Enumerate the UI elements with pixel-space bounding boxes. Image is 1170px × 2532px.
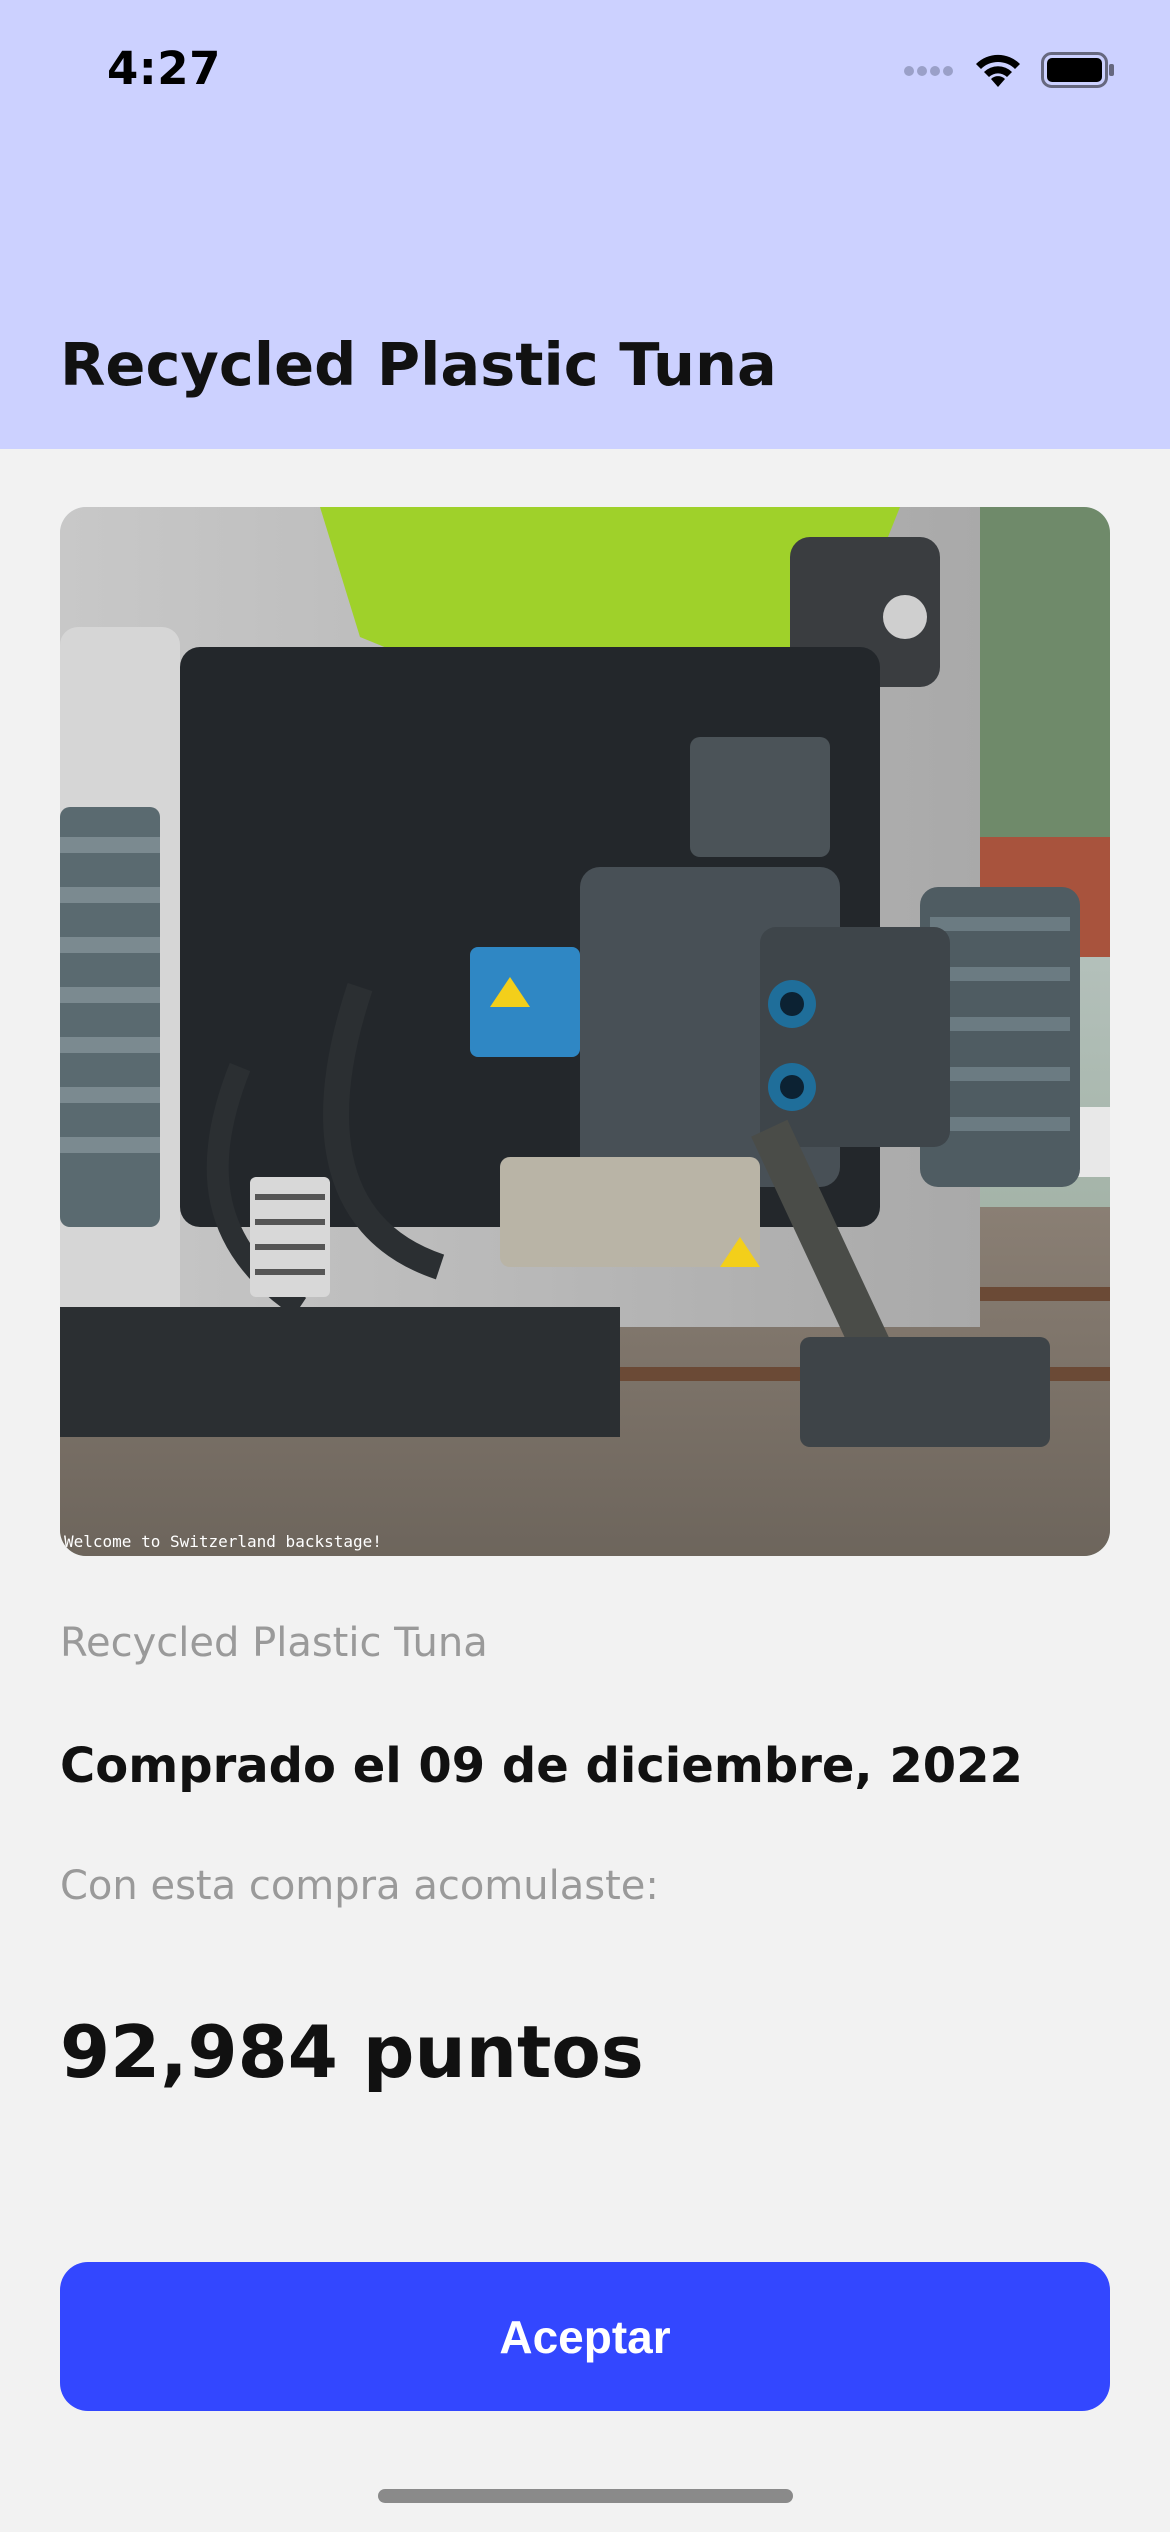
product-image: Welcome to Switzerland backstage! [60,507,1110,1556]
status-time: 4:27 [107,42,221,95]
header-bar: 4:27 Recycled Plastic Tuna [0,0,1170,449]
product-name: Recycled Plastic Tuna [60,1620,488,1666]
battery-icon [1041,52,1115,92]
purchase-date: Comprado el 09 de diciembre, 2022 [60,1738,1023,1794]
page-title: Recycled Plastic Tuna [60,330,777,399]
wifi-icon [973,51,1023,93]
image-caption: Welcome to Switzerland backstage! [64,1532,382,1551]
accept-button[interactable]: Aceptar [60,2262,1110,2411]
home-indicator[interactable] [378,2489,793,2503]
points-caption: Con esta compra acomulaste: [60,1863,659,1909]
points-value: 92,984 puntos [60,2010,644,2094]
cellular-signal-icon [903,63,955,82]
status-icons [903,52,1115,92]
